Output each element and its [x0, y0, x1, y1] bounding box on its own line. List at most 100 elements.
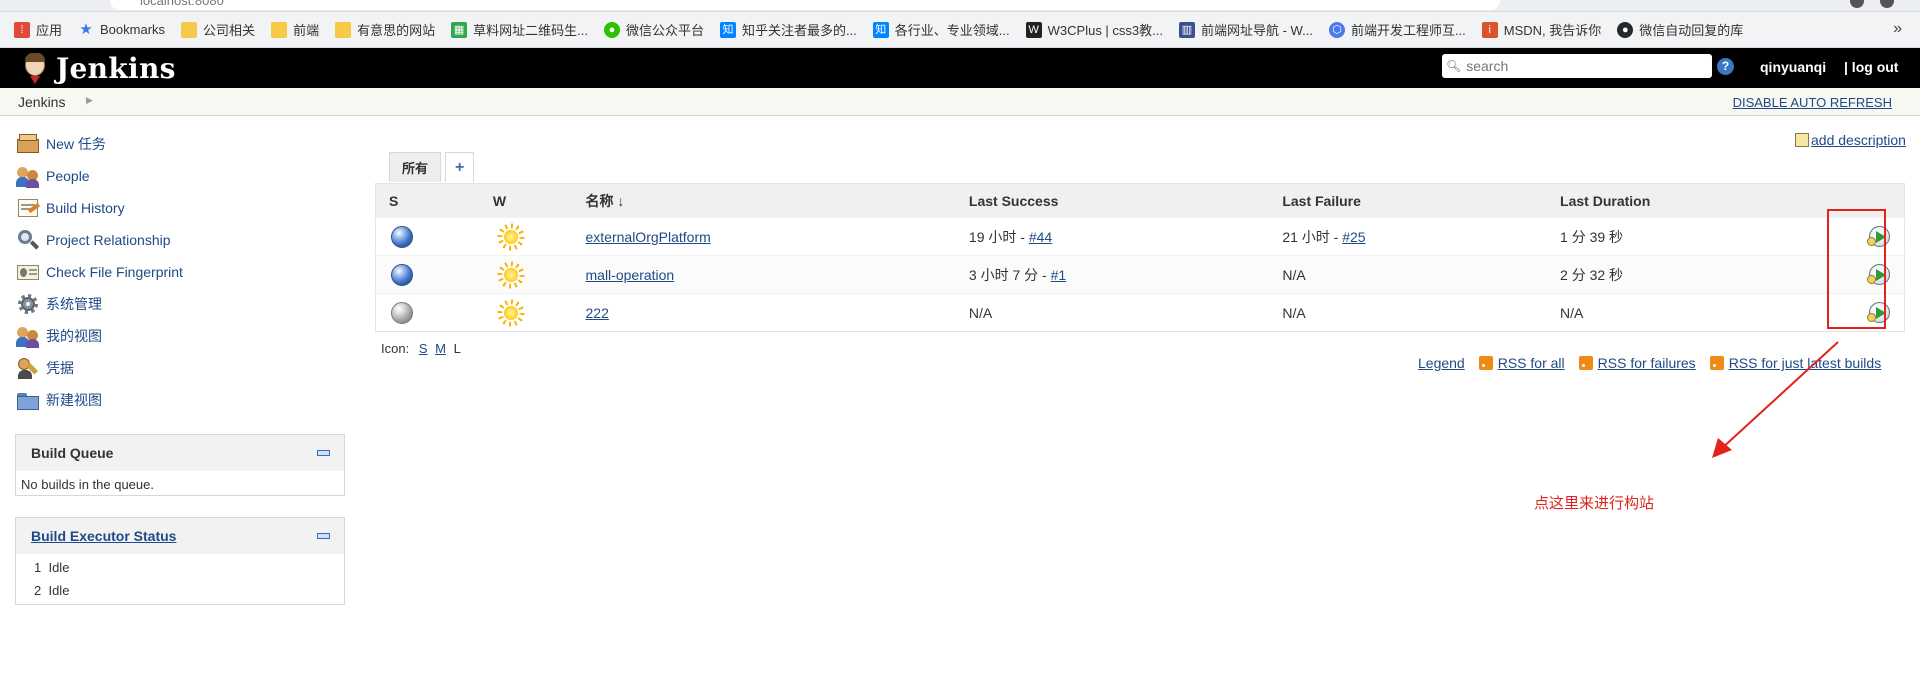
address-bar-url[interactable]: localhost:8080 — [140, 0, 224, 8]
last-duration-cell: 1 分 39 秒 — [1560, 228, 1624, 245]
search-box[interactable]: 🔍︎ — [1442, 54, 1712, 78]
task-project-relationship[interactable]: Project Relationship — [15, 224, 345, 256]
task-build-history[interactable]: Build History — [15, 192, 345, 224]
bookmarks-overflow-icon[interactable]: » — [1893, 20, 1902, 38]
build-link[interactable]: #1 — [1051, 267, 1067, 283]
zhihu-icon: 知 — [872, 21, 889, 38]
task-credentials-label[interactable]: 凭据 — [46, 358, 74, 378]
bookmark-wechat-mp[interactable]: ● 微信公众平台 — [603, 20, 704, 39]
jenkins-header: Jenkins 🔍︎ ? qinyuanqi | log out — [0, 48, 1920, 88]
build-executor-title[interactable]: Build Executor Status — [31, 528, 176, 544]
task-project-relationship-label[interactable]: Project Relationship — [46, 232, 171, 248]
add-description-link[interactable]: add description — [1795, 132, 1906, 148]
user-link[interactable]: qinyuanqi — [1760, 59, 1826, 75]
task-people[interactable]: People — [15, 160, 345, 192]
legend-link[interactable]: Legend — [1418, 355, 1465, 371]
build-link[interactable]: #25 — [1342, 229, 1365, 245]
last-duration-cell: 2 分 32 秒 — [1560, 266, 1624, 283]
folder-icon — [271, 21, 288, 38]
task-new-item[interactable]: New 任务 — [15, 128, 345, 160]
apps-grid-icon: ⁞ — [14, 21, 30, 38]
column-name[interactable]: 名称 ↓ — [573, 184, 956, 218]
status-ball-grey-icon[interactable] — [391, 301, 413, 324]
last-failure-cell: 21 小时 - #25 — [1282, 228, 1366, 245]
bookmark-wechat-lib[interactable]: ● 微信自动回复的库 — [1617, 20, 1743, 39]
weather-sunny-icon[interactable] — [496, 222, 525, 251]
rss-icon — [1478, 356, 1493, 370]
status-ball-blue-icon[interactable] — [391, 225, 413, 248]
collapse-icon[interactable] — [317, 533, 330, 539]
task-check-fingerprint[interactable]: Check File Fingerprint — [15, 256, 345, 288]
task-new-item-label[interactable]: New 任务 — [46, 134, 106, 154]
column-last-duration[interactable]: Last Duration — [1547, 184, 1815, 218]
address-bar[interactable] — [110, 0, 1500, 10]
rss-all-link[interactable]: RSS for all — [1498, 355, 1565, 371]
job-link[interactable]: externalOrgPlatform — [586, 229, 711, 245]
weather-sunny-icon[interactable] — [496, 260, 525, 289]
job-link[interactable]: 222 — [586, 305, 609, 321]
star-icon: ★ — [79, 20, 93, 38]
bookmark-w3cplus[interactable]: W W3CPlus | css3教... — [1025, 20, 1163, 39]
jenkins-title: Jenkins — [56, 51, 176, 85]
profile-avatar[interactable] — [1880, 0, 1894, 8]
breadcrumb-arrow-icon[interactable]: ▶ — [86, 95, 93, 106]
task-people-label[interactable]: People — [46, 168, 90, 184]
bookmark-frontend-dev[interactable]: ⬡ 前端开发工程师互... — [1328, 20, 1466, 39]
icon-size-small[interactable]: S — [419, 341, 428, 356]
job-link[interactable]: mall-operation — [586, 267, 675, 283]
search-input[interactable] — [1464, 57, 1695, 75]
bookmark-msdn[interactable]: i MSDN, 我告诉你 — [1481, 20, 1601, 39]
build-executor-header: Build Executor Status — [16, 518, 344, 554]
search-icon: 🔍︎ — [1446, 59, 1462, 73]
status-ball-blue-icon[interactable] — [391, 263, 413, 286]
rss-icon — [1578, 356, 1593, 370]
bookmark-folder-interesting[interactable]: 有意思的网站 — [335, 20, 435, 39]
task-check-fingerprint-label[interactable]: Check File Fingerprint — [46, 264, 183, 280]
build-queue-empty: No builds in the queue. — [21, 477, 154, 492]
extension-icon[interactable] — [1850, 0, 1864, 8]
icon-size-label: Icon: — [381, 341, 410, 356]
bookmark-zhihu-1[interactable]: 知知乎关注者最多的... — [719, 20, 857, 39]
last-success-cell: 3 小时 7 分 - #1 — [968, 266, 1067, 283]
icon-size-medium[interactable]: M — [435, 341, 446, 356]
task-credentials[interactable]: 凭据 — [15, 352, 345, 384]
zhihu-icon: 知 — [719, 21, 736, 38]
rss-all[interactable]: RSS for all — [1478, 355, 1565, 371]
task-my-views-label[interactable]: 我的视图 — [46, 326, 102, 346]
bookmark-frontend-nav[interactable]: ▥ 前端网址导航 - W... — [1178, 20, 1313, 39]
disable-auto-refresh-link[interactable]: DISABLE AUTO REFRESH — [1733, 95, 1892, 110]
task-my-views[interactable]: 我的视图 — [15, 320, 345, 352]
edit-icon — [1795, 133, 1809, 147]
bookmark-bookmarks[interactable]: ★ Bookmarks — [78, 20, 165, 38]
rss-failures[interactable]: RSS for failures — [1578, 355, 1696, 371]
add-description-label[interactable]: add description — [1811, 132, 1906, 148]
breadcrumb: Jenkins ▶ DISABLE AUTO REFRESH — [0, 88, 1920, 116]
logout-link[interactable]: | log out — [1844, 59, 1898, 75]
column-last-success[interactable]: Last Success — [956, 184, 1269, 218]
task-new-view[interactable]: 新建视图 — [15, 384, 345, 416]
collapse-icon[interactable] — [317, 450, 330, 456]
column-last-failure[interactable]: Last Failure — [1269, 184, 1547, 218]
tab-all[interactable]: 所有 — [389, 152, 442, 182]
bookmark-folder-company[interactable]: 公司相关 — [181, 20, 255, 39]
column-weather[interactable]: W — [480, 184, 573, 218]
bookmark-qrcode[interactable]: ▦ 草料网址二维码生... — [451, 20, 588, 39]
help-icon[interactable]: ? — [1717, 58, 1734, 75]
bookmark-folder-frontend[interactable]: 前端 — [271, 20, 319, 39]
tab-add-view[interactable]: + — [445, 152, 475, 182]
build-link[interactable]: #44 — [1029, 229, 1052, 245]
task-manage-jenkins[interactable]: 系统管理 — [15, 288, 345, 320]
column-status[interactable]: S — [376, 184, 480, 218]
bookmark-zhihu-2[interactable]: 知各行业、专业领域... — [872, 20, 1010, 39]
folder-icon — [181, 21, 198, 38]
weather-sunny-icon[interactable] — [496, 298, 525, 327]
breadcrumb-jenkins[interactable]: Jenkins — [18, 94, 65, 110]
bookmark-apps[interactable]: ⁞ 应用 — [14, 20, 62, 39]
task-manage-jenkins-label[interactable]: 系统管理 — [46, 294, 102, 314]
jenkins-home-link[interactable]: Jenkins — [18, 51, 176, 85]
task-new-view-label[interactable]: 新建视图 — [46, 390, 102, 410]
grid-icon: ▥ — [1178, 21, 1195, 38]
rss-failures-link[interactable]: RSS for failures — [1598, 355, 1696, 371]
task-build-history-label[interactable]: Build History — [46, 200, 125, 216]
table-header-row: S W 名称 ↓ Last Success Last Failure Last … — [375, 183, 1905, 218]
